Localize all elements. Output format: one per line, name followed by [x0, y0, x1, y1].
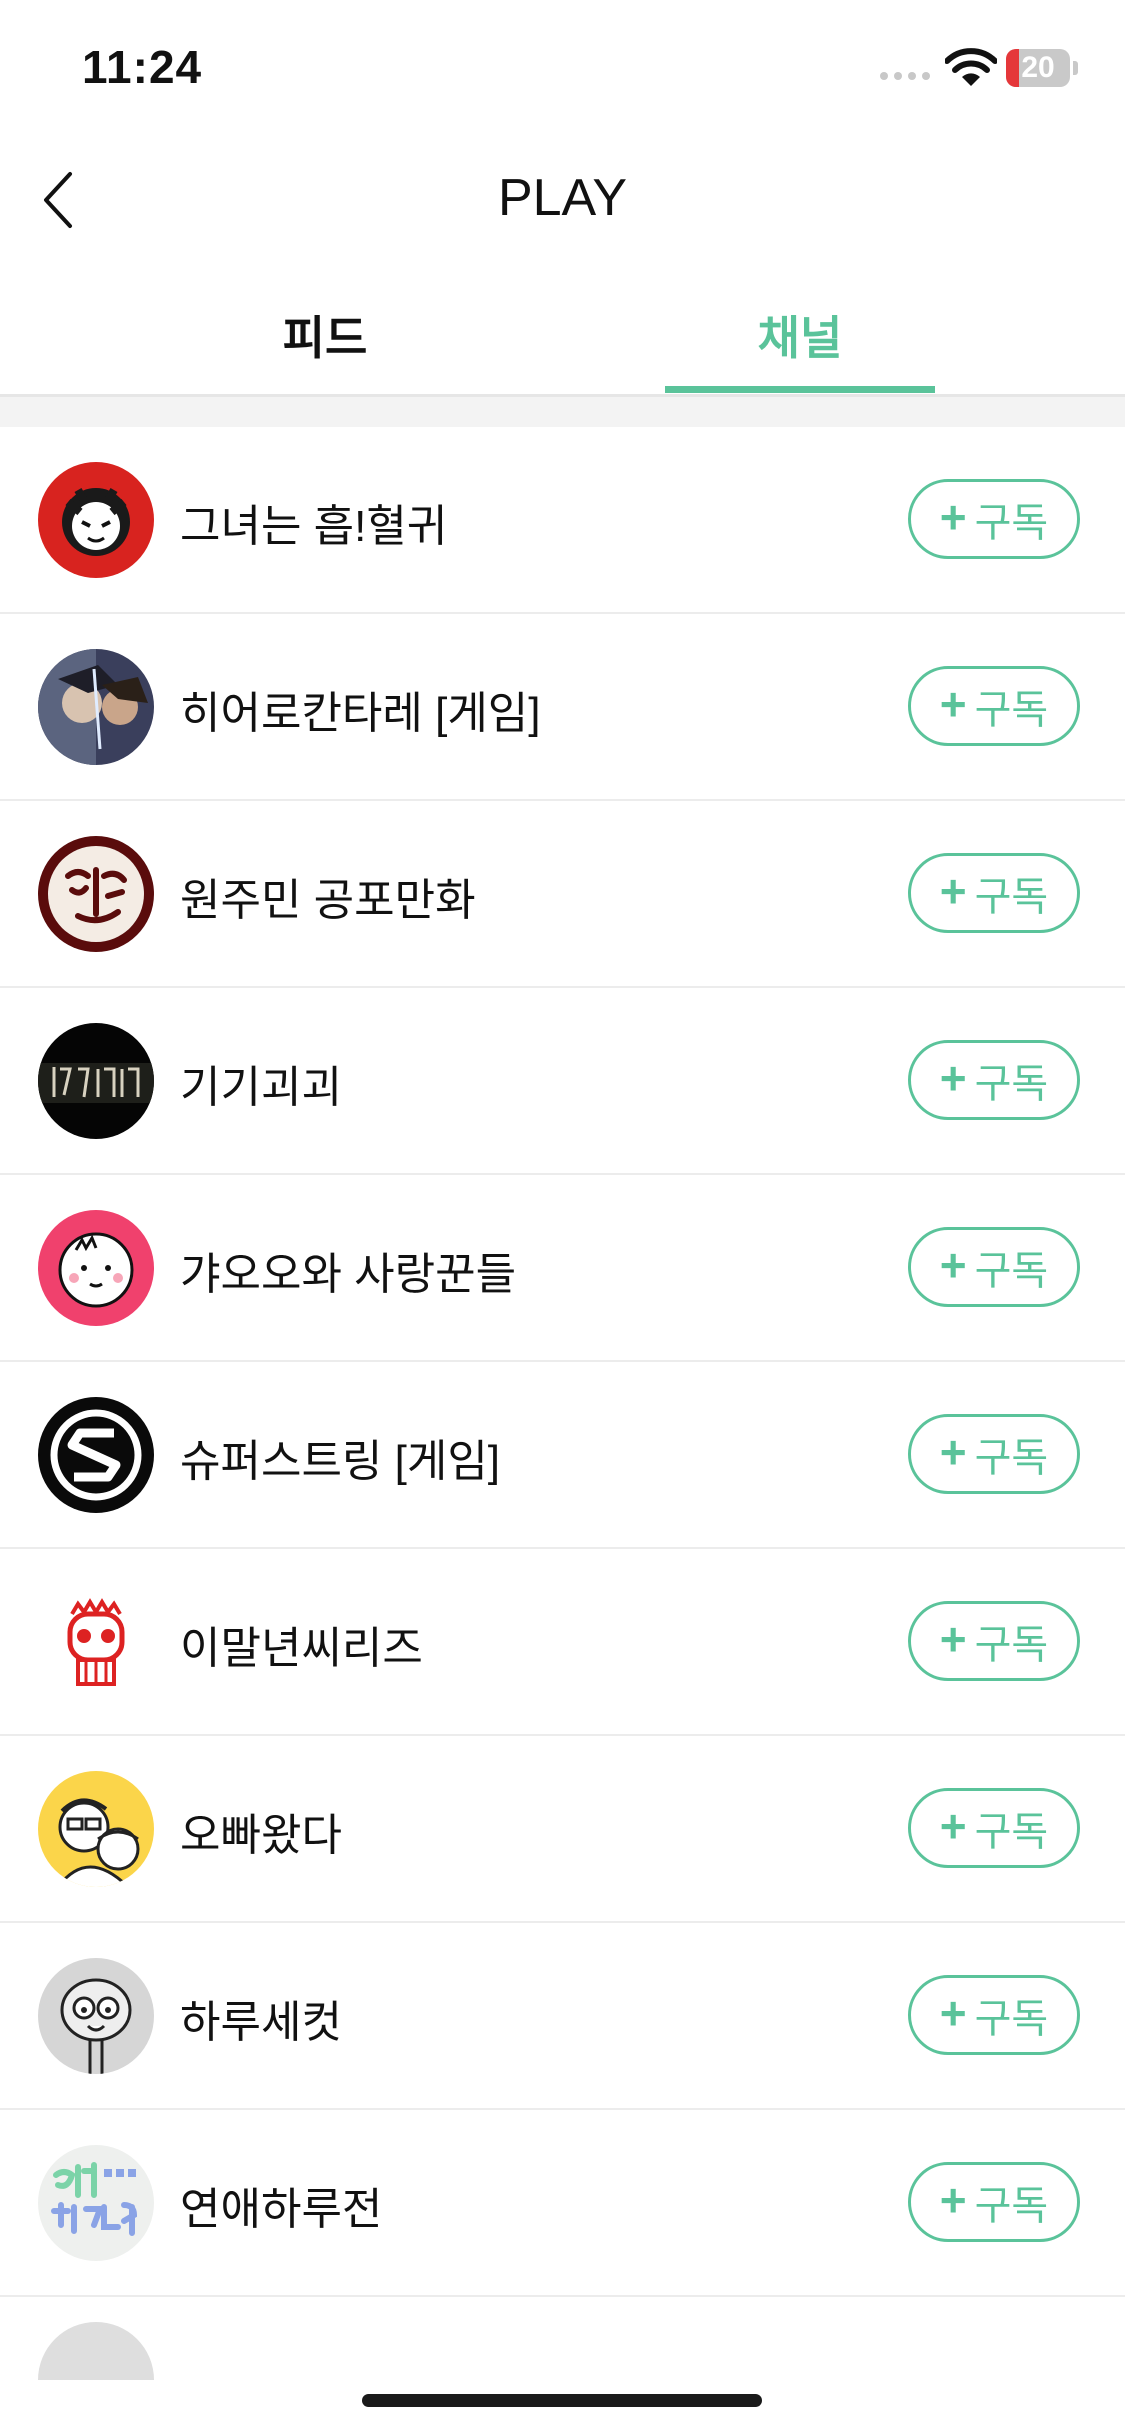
active-tab-indicator	[665, 386, 935, 393]
channel-row[interactable]: 이말년씨리즈 + 구독	[0, 1549, 1125, 1736]
plus-icon: +	[939, 1613, 967, 1665]
subscribe-button[interactable]: + 구독	[908, 1040, 1080, 1120]
plus-icon: +	[939, 491, 967, 543]
home-indicator[interactable]	[362, 2394, 762, 2407]
channel-avatar-partial	[38, 2322, 154, 2380]
channel-avatar	[38, 649, 154, 765]
channel-avatar	[38, 1584, 154, 1700]
channel-name: 그녀는 흡!혈귀	[180, 502, 448, 551]
channel-name: 갸오오와 사랑꾼들	[180, 1250, 517, 1299]
channel-avatar	[38, 2145, 154, 2261]
wifi-icon	[945, 48, 997, 86]
battery-level: 20	[1021, 51, 1055, 84]
channel-row[interactable]: 하루세컷 + 구독	[0, 1923, 1125, 2110]
subscribe-button[interactable]: + 구독	[908, 1227, 1080, 1307]
channel-row[interactable]: 연애하루전 + 구독	[0, 2110, 1125, 2297]
plus-icon: +	[939, 1987, 967, 2039]
channel-row[interactable]: 그녀는 흡!혈귀 + 구독	[0, 427, 1125, 614]
subscribe-button[interactable]: + 구독	[908, 1975, 1080, 2055]
channel-avatar	[38, 462, 154, 578]
plus-icon: +	[939, 1239, 967, 1291]
cellular-signal-icon	[880, 72, 930, 80]
plus-icon: +	[939, 865, 967, 917]
subscribe-button[interactable]: + 구독	[908, 1601, 1080, 1681]
plus-icon: +	[939, 1800, 967, 1852]
status-bar: 11:24 20	[0, 0, 1125, 140]
channel-avatar	[38, 836, 154, 952]
subscribe-button[interactable]: + 구독	[908, 666, 1080, 746]
page-title: PLAY	[497, 169, 628, 227]
channel-name: 슈퍼스트링 [게임]	[180, 1437, 501, 1486]
section-divider	[0, 397, 1125, 427]
channel-list: 그녀는 흡!혈귀 + 구독 히어로칸타레 [게임] + 구독 원주민 공포만화 + 구…	[0, 427, 1125, 2297]
channel-avatar	[38, 1023, 154, 1139]
channel-row[interactable]: 갸오오와 사랑꾼들 + 구독	[0, 1175, 1125, 1362]
subscribe-button[interactable]: + 구독	[908, 1788, 1080, 1868]
tab-feed[interactable]: 피드	[230, 302, 420, 368]
channel-row[interactable]: 기기괴괴 + 구독	[0, 988, 1125, 1175]
subscribe-button[interactable]: + 구독	[908, 1414, 1080, 1494]
channel-row[interactable]: 히어로칸타레 [게임] + 구독	[0, 614, 1125, 801]
channel-name: 기기괴괴	[180, 1063, 342, 1112]
channel-row[interactable]: 원주민 공포만화 + 구독	[0, 801, 1125, 988]
channel-row[interactable]: 오빠왔다 + 구독	[0, 1736, 1125, 1923]
channel-row[interactable]: 슈퍼스트링 [게임] + 구독	[0, 1362, 1125, 1549]
subscribe-button[interactable]: + 구독	[908, 853, 1080, 933]
tab-bar: 피드 채널	[0, 280, 1125, 397]
plus-icon: +	[939, 678, 967, 730]
plus-icon: +	[939, 1052, 967, 1104]
plus-icon: +	[939, 1426, 967, 1478]
status-time: 11:24	[82, 41, 203, 93]
tab-channel[interactable]: 채널	[665, 302, 935, 368]
battery-icon: 20	[1006, 49, 1070, 87]
channel-name: 원주민 공포만화	[180, 876, 476, 925]
battery-tip	[1073, 61, 1078, 75]
channel-name: 하루세컷	[180, 1998, 342, 2047]
channel-name: 연애하루전	[180, 2185, 383, 2234]
subscribe-button[interactable]: + 구독	[908, 2162, 1080, 2242]
channel-avatar	[38, 1210, 154, 1326]
channel-avatar	[38, 1958, 154, 2074]
subscribe-button[interactable]: + 구독	[908, 479, 1080, 559]
channel-name: 이말년씨리즈	[180, 1624, 423, 1673]
channel-avatar	[38, 1771, 154, 1887]
channel-name: 오빠왔다	[180, 1811, 342, 1860]
channel-avatar	[38, 1397, 154, 1513]
navigation-bar: PLAY	[0, 140, 1125, 260]
plus-icon: +	[939, 2174, 967, 2226]
channel-name: 히어로칸타레 [게임]	[180, 689, 541, 738]
